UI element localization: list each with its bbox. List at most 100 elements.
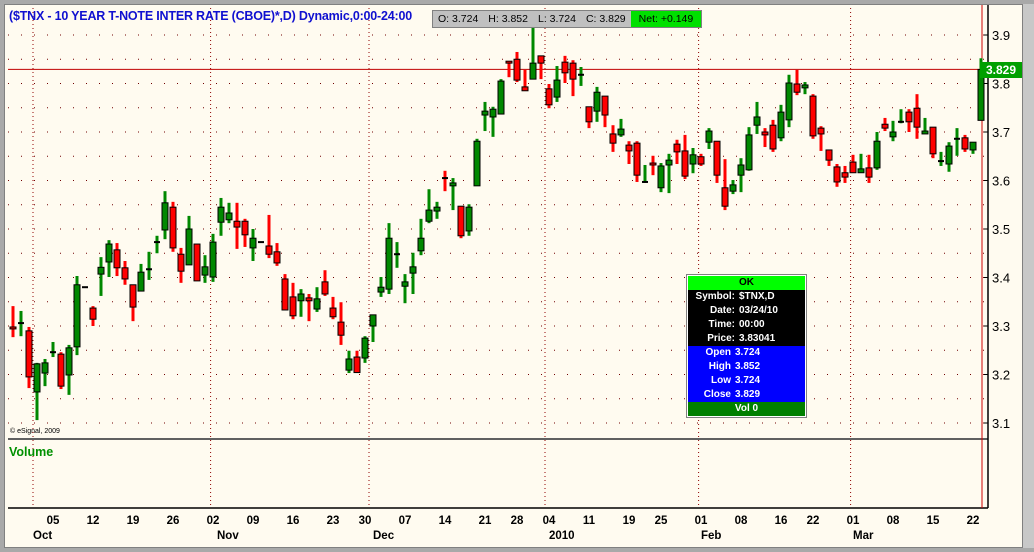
candle-body (361, 337, 369, 359)
candle-body (82, 286, 88, 289)
x-day-label: 16 (775, 515, 788, 527)
x-day-label: 04 (543, 515, 556, 527)
candle (129, 284, 137, 322)
symbol-info: Symbol: $TNX,D Date: 03/24/10 Time: 00:00 Pric… (688, 290, 805, 346)
candle (73, 276, 81, 356)
candle (553, 66, 561, 102)
candle (545, 83, 553, 109)
candle (585, 106, 593, 129)
candle-body (898, 120, 904, 123)
candle (561, 55, 569, 84)
ok-button[interactable]: OK (688, 276, 805, 290)
candle (497, 79, 505, 115)
candle (657, 163, 665, 193)
info-row: Symbol: $TNX,D (688, 290, 805, 304)
candle (713, 140, 721, 183)
candle-body (297, 293, 305, 302)
candle-body (265, 245, 273, 255)
candle (121, 261, 129, 285)
candle (258, 241, 264, 244)
candle (433, 201, 441, 219)
candle-body (578, 73, 584, 76)
info-value: 3.852 (735, 361, 761, 372)
candle-body (561, 61, 569, 74)
chart-title: ($TNX - 10 YEAR T-NOTE INTER RATE (CBOE)… (9, 9, 412, 23)
candle (665, 153, 673, 194)
candle-body (18, 322, 24, 325)
candle-body (585, 106, 593, 123)
x-day-label: 19 (623, 515, 636, 527)
info-value: 3.829 (735, 389, 761, 400)
candle (377, 277, 385, 297)
candle (681, 134, 689, 180)
candle (394, 242, 400, 268)
x-day-label: 28 (511, 515, 524, 527)
candle-body (353, 356, 361, 374)
x-day-label: 16 (287, 515, 300, 527)
candle (185, 215, 193, 266)
candle-body (841, 172, 849, 178)
candle-body (769, 124, 777, 150)
candle (321, 270, 329, 296)
candle-body (761, 131, 769, 136)
candle (697, 153, 705, 166)
info-value: 3.724 (735, 347, 761, 358)
y-tick-label: 3.7 (992, 125, 1010, 140)
candle-body (969, 141, 977, 151)
x-day-label: 07 (399, 515, 412, 527)
candle (721, 159, 729, 211)
candle-body (473, 140, 481, 187)
quote-high: H: 3.852 (488, 13, 528, 25)
quote-bar: O: 3.724 H: 3.852 L: 3.724 C: 3.829 Net:… (432, 10, 703, 28)
candle-body (394, 253, 400, 256)
candle-body (593, 91, 601, 112)
candle (521, 69, 529, 92)
candle-body (505, 60, 513, 64)
candle (146, 251, 152, 280)
candle-body (729, 184, 737, 192)
candle (777, 104, 785, 142)
info-key: Date: (709, 305, 735, 316)
info-key: Open (705, 347, 731, 358)
candle (841, 165, 849, 183)
candle (898, 109, 904, 124)
candle-body (601, 95, 609, 116)
candle-body (217, 206, 225, 223)
candle-body (817, 127, 825, 135)
candle-body (657, 165, 665, 189)
candle (761, 128, 769, 148)
candle-body (65, 347, 73, 376)
candle (905, 109, 913, 132)
candle-body (89, 307, 97, 320)
candle (921, 117, 929, 135)
candle-body (633, 142, 641, 176)
candle-body (513, 58, 521, 81)
candle (169, 201, 177, 252)
price-chart[interactable]: 3.1 3.2 3.3 3.4 3.5 3.6 3.7 3.8 3.9 05 12 19 26 02 09 1… (0, 0, 1034, 552)
info-value: 3.724 (735, 375, 761, 386)
candle (417, 218, 425, 256)
candle-body (161, 202, 169, 231)
x-day-label: 01 (695, 515, 708, 527)
candle (889, 120, 897, 142)
candle-body (121, 267, 129, 280)
x-day-label: 05 (47, 515, 60, 527)
cursor-data-window: OK Symbol: $TNX,D Date: 03/24/10 Time: 00:00 P… (686, 274, 807, 418)
candle (537, 55, 545, 80)
candle-body (329, 307, 337, 318)
candle-body (954, 137, 960, 140)
candle-body (529, 62, 537, 80)
candle-body (777, 111, 785, 139)
candle (793, 69, 801, 96)
y-tick-label: 3.8 (992, 77, 1010, 92)
info-row: Low 3.724 (688, 374, 805, 388)
candle-body (721, 187, 729, 207)
candle-body (713, 140, 721, 176)
candle (481, 101, 489, 132)
candle-body (625, 144, 633, 152)
vertical-scrollbar[interactable] (1022, 4, 1034, 548)
x-month-label: Oct (33, 530, 52, 542)
info-row: Open 3.724 (688, 346, 805, 360)
candle (209, 233, 217, 282)
candle-body (73, 284, 81, 348)
